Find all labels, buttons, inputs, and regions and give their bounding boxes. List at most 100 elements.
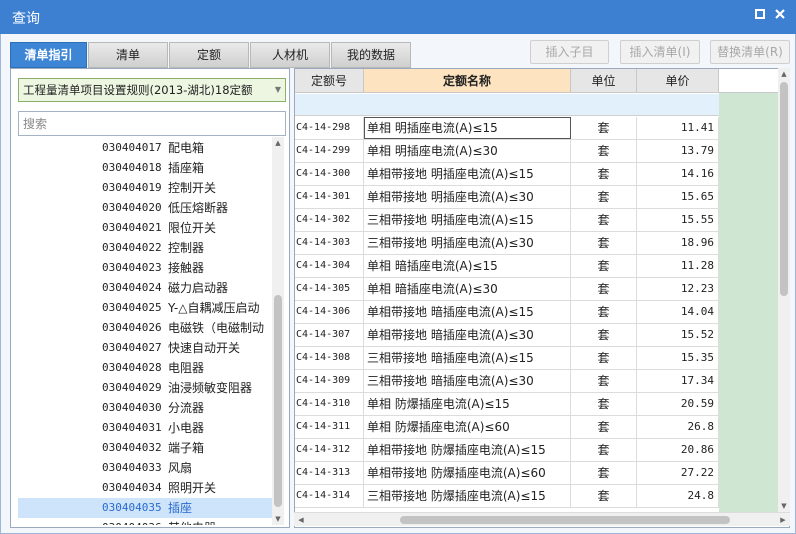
cell-price[interactable]: 15.55 — [637, 209, 719, 231]
cell-code[interactable]: C4-14-308 — [295, 347, 364, 369]
cell-unit[interactable]: 套 — [571, 485, 637, 507]
table-row[interactable]: C4-14-302 三相带接地 明插座电流(A)≤15 套 15.55 — [295, 209, 719, 232]
tree-item[interactable]: 030404033 风扇 — [18, 458, 272, 478]
tab-list-guide[interactable]: 清单指引 — [10, 42, 87, 68]
cell-price[interactable]: 26.8 — [637, 416, 719, 438]
cell-name[interactable]: 三相带接地 暗插座电流(A)≤30 — [364, 370, 571, 392]
tree-item[interactable]: 030404024 磁力启动器 — [18, 278, 272, 298]
cell-code[interactable]: C4-14-299 — [295, 140, 364, 162]
cell-code[interactable]: C4-14-312 — [295, 439, 364, 461]
cell-unit[interactable]: 套 — [571, 462, 637, 484]
scroll-right-icon[interactable]: ▶ — [776, 513, 790, 527]
scroll-up-icon[interactable]: ▲ — [778, 68, 790, 80]
tab-list[interactable]: 清单 — [88, 42, 168, 68]
cell-unit[interactable]: 套 — [571, 370, 637, 392]
cell-code[interactable]: C4-14-306 — [295, 301, 364, 323]
tree-item[interactable]: 030404023 接触器 — [18, 258, 272, 278]
table-row[interactable]: C4-14-301 单相带接地 明插座电流(A)≤30 套 15.65 — [295, 186, 719, 209]
cell-name[interactable]: 单相 暗插座电流(A)≤30 — [364, 278, 571, 300]
table-row[interactable]: C4-14-313 单相带接地 防爆插座电流(A)≤60 套 27.22 — [295, 462, 719, 485]
table-row[interactable]: C4-14-308 三相带接地 暗插座电流(A)≤15 套 15.35 — [295, 347, 719, 370]
table-row[interactable]: C4-14-307 单相带接地 暗插座电流(A)≤30 套 15.52 — [295, 324, 719, 347]
tab-my-data[interactable]: 我的数据 — [331, 42, 411, 68]
cell-name[interactable]: 三相带接地 明插座电流(A)≤30 — [364, 232, 571, 254]
cell-name[interactable]: 单相带接地 暗插座电流(A)≤15 — [364, 301, 571, 323]
cell-unit[interactable]: 套 — [571, 347, 637, 369]
tree-item[interactable]: 030404026 电磁铁（电磁制动 — [18, 318, 272, 338]
tree-item[interactable]: 030404017 配电箱 — [18, 138, 272, 158]
cell-code[interactable]: C4-14-298 — [295, 117, 364, 139]
cell-unit[interactable]: 套 — [571, 324, 637, 346]
cell-code[interactable]: C4-14-303 — [295, 232, 364, 254]
cell-price[interactable]: 12.23 — [637, 278, 719, 300]
cell-code[interactable]: C4-14-310 — [295, 393, 364, 415]
tree-item[interactable]: 030404027 快速自动开关 — [18, 338, 272, 358]
grid-scrollbar[interactable]: ▲ ▼ — [778, 68, 790, 512]
table-row[interactable]: C4-14-310 单相 防爆插座电流(A)≤15 套 20.59 — [295, 393, 719, 416]
cell-name[interactable]: 三相带接地 防爆插座电流(A)≤15 — [364, 485, 571, 507]
tree-item[interactable]: 030404034 照明开关 — [18, 478, 272, 498]
tree-item[interactable]: 030404030 分流器 — [18, 398, 272, 418]
table-row[interactable]: C4-14-312 单相带接地 防爆插座电流(A)≤15 套 20.86 — [295, 439, 719, 462]
restore-icon[interactable] — [752, 8, 768, 24]
scroll-left-icon[interactable]: ◀ — [294, 513, 308, 527]
scroll-up-icon[interactable]: ▲ — [272, 137, 284, 149]
cell-code[interactable]: C4-14-311 — [295, 416, 364, 438]
rule-set-select[interactable]: 工程量清单项目设置规则(2013-湖北)18定额 ▼ — [18, 78, 286, 102]
cell-price[interactable]: 24.8 — [637, 485, 719, 507]
col-header-unit[interactable]: 单位 — [571, 69, 637, 93]
table-row[interactable]: C4-14-300 单相带接地 明插座电流(A)≤15 套 14.16 — [295, 163, 719, 186]
cell-price[interactable]: 27.22 — [637, 462, 719, 484]
cell-name[interactable]: 单相带接地 暗插座电流(A)≤30 — [364, 324, 571, 346]
cell-unit[interactable]: 套 — [571, 255, 637, 277]
col-header-price[interactable]: 单价 — [637, 69, 719, 93]
cell-name[interactable]: 单相带接地 防爆插座电流(A)≤60 — [364, 462, 571, 484]
cell-code[interactable]: C4-14-302 — [295, 209, 364, 231]
replace-list-button[interactable]: 替换清单(R) — [710, 40, 790, 64]
cell-unit[interactable]: 套 — [571, 209, 637, 231]
cell-unit[interactable]: 套 — [571, 301, 637, 323]
cell-code[interactable]: C4-14-313 — [295, 462, 364, 484]
cell-unit[interactable]: 套 — [571, 232, 637, 254]
scroll-down-icon[interactable]: ▼ — [778, 500, 790, 512]
tree-item[interactable]: 030404029 油浸频敏变阻器 — [18, 378, 272, 398]
search-input[interactable] — [18, 111, 286, 136]
cell-name[interactable]: 单相带接地 防爆插座电流(A)≤15 — [364, 439, 571, 461]
tree-item[interactable]: 030404025 Y-△自耦减压启动 — [18, 298, 272, 318]
tree-item[interactable]: 030404035 插座 — [18, 498, 272, 518]
table-row[interactable]: C4-14-304 单相 暗插座电流(A)≤15 套 11.28 — [295, 255, 719, 278]
cell-code[interactable]: C4-14-301 — [295, 186, 364, 208]
cell-name[interactable]: 单相带接地 明插座电流(A)≤30 — [364, 186, 571, 208]
cell-price[interactable]: 18.96 — [637, 232, 719, 254]
cell-unit[interactable]: 套 — [571, 117, 637, 139]
grid-horizontal-scrollbar[interactable]: ◀ ▶ — [294, 512, 790, 526]
cell-price[interactable]: 15.52 — [637, 324, 719, 346]
cell-code[interactable]: C4-14-307 — [295, 324, 364, 346]
cell-unit[interactable]: 套 — [571, 163, 637, 185]
cell-unit[interactable]: 套 — [571, 393, 637, 415]
cell-unit[interactable]: 套 — [571, 439, 637, 461]
table-row[interactable]: C4-14-305 单相 暗插座电流(A)≤30 套 12.23 — [295, 278, 719, 301]
cell-unit[interactable]: 套 — [571, 416, 637, 438]
cell-price[interactable]: 20.59 — [637, 393, 719, 415]
scroll-thumb[interactable] — [780, 82, 788, 296]
cell-price[interactable]: 14.04 — [637, 301, 719, 323]
table-row[interactable]: C4-14-303 三相带接地 明插座电流(A)≤30 套 18.96 — [295, 232, 719, 255]
cell-code[interactable]: C4-14-314 — [295, 485, 364, 507]
close-icon[interactable] — [772, 8, 788, 24]
cell-name[interactable]: 单相 防爆插座电流(A)≤60 — [364, 416, 571, 438]
tree-item[interactable]: 030404031 小电器 — [18, 418, 272, 438]
cell-price[interactable]: 17.34 — [637, 370, 719, 392]
cell-unit[interactable]: 套 — [571, 140, 637, 162]
tree-item[interactable]: 030404020 低压熔断器 — [18, 198, 272, 218]
table-row[interactable]: C4-14-306 单相带接地 暗插座电流(A)≤15 套 14.04 — [295, 301, 719, 324]
cell-unit[interactable]: 套 — [571, 278, 637, 300]
cell-code[interactable]: C4-14-305 — [295, 278, 364, 300]
scroll-thumb[interactable] — [400, 516, 730, 524]
table-row[interactable]: C4-14-299 单相 明插座电流(A)≤30 套 13.79 — [295, 140, 719, 163]
tab-quota[interactable]: 定额 — [169, 42, 249, 68]
tree-item[interactable]: 030404036 其他电器 — [18, 518, 272, 525]
col-header-code[interactable]: 定额号 — [295, 69, 364, 93]
cell-name[interactable]: 单相带接地 明插座电流(A)≤15 — [364, 163, 571, 185]
filter-row[interactable] — [295, 94, 719, 116]
